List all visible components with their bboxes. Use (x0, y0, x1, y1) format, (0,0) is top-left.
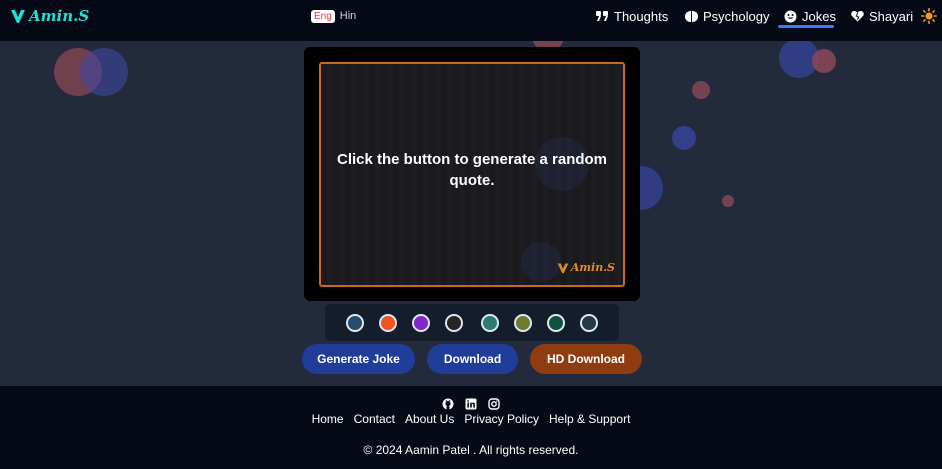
background-bubble (80, 48, 128, 96)
smile-icon (784, 10, 797, 22)
card-watermark: Amin.S (557, 261, 615, 274)
instagram-icon[interactable] (488, 398, 500, 410)
nav-item-jokes[interactable]: Jokes (784, 6, 836, 26)
footer: Home Contact About Us Privacy Policy Hel… (0, 386, 942, 469)
footer-links: Home Contact About Us Privacy Policy Hel… (0, 412, 942, 426)
color-swatch[interactable] (481, 314, 499, 332)
download-button[interactable]: Download (427, 344, 518, 374)
footer-link-about[interactable]: About Us (405, 412, 454, 426)
color-swatch[interactable] (346, 314, 364, 332)
color-swatch[interactable] (514, 314, 532, 332)
card-bubble (521, 242, 561, 282)
nav-item-shayari[interactable]: Shayari (851, 6, 913, 26)
nav-item-psychology[interactable]: Psychology (685, 6, 769, 26)
footer-link-privacy[interactable]: Privacy Policy (464, 412, 539, 426)
footer-link-home[interactable]: Home (312, 412, 344, 426)
lang-hin[interactable]: Hin (340, 10, 357, 22)
footer-link-contact[interactable]: Contact (354, 412, 395, 426)
nav-item-label: Shayari (869, 8, 914, 24)
language-toggle[interactable]: Eng Hin (311, 9, 356, 23)
active-nav-underline (778, 25, 834, 28)
footer-link-help[interactable]: Help & Support (549, 412, 630, 426)
social-links (442, 398, 500, 410)
logo-icon (11, 10, 25, 23)
nav-item-label: Thoughts (614, 8, 669, 24)
hd-download-button[interactable]: HD Download (530, 344, 642, 374)
color-swatch[interactable] (547, 314, 565, 332)
quote-text: Click the button to generate a random qu… (336, 151, 608, 189)
nav-item-thoughts[interactable]: Thoughts (596, 6, 668, 26)
sun-icon[interactable] (921, 8, 937, 24)
background-bubble (672, 126, 696, 150)
quote-frame: Click the button to generate a random qu… (319, 62, 625, 287)
top-nav: Amin.S Eng Hin Thoughts Psychology Jokes (0, 0, 942, 41)
quote-card: Click the button to generate a random qu… (304, 47, 640, 301)
copyright: © 2024 Aamin Patel . All rights reserved… (363, 443, 579, 457)
color-swatch[interactable] (412, 314, 430, 332)
background-bubble (692, 81, 710, 99)
heart-icon (851, 11, 864, 22)
generate-joke-button[interactable]: Generate Joke (302, 344, 415, 374)
watermark-text: Amin.S (570, 261, 615, 274)
background-bubble (722, 195, 734, 207)
brand-logo[interactable]: Amin.S (10, 6, 89, 26)
quote-icon (596, 11, 608, 21)
color-swatch[interactable] (445, 314, 463, 332)
github-icon[interactable] (442, 398, 454, 410)
brand-name: Amin.S (29, 7, 90, 25)
brain-icon (685, 10, 698, 22)
background-bubble (812, 49, 836, 73)
linkedin-icon[interactable] (465, 398, 477, 410)
color-swatch-bar (325, 304, 619, 341)
logo-icon (557, 263, 569, 273)
nav-item-label: Jokes (802, 8, 836, 24)
lang-eng[interactable]: Eng (311, 9, 335, 23)
nav-item-label: Psychology (703, 8, 770, 24)
color-swatch[interactable] (379, 314, 397, 332)
color-swatch[interactable] (580, 314, 598, 332)
